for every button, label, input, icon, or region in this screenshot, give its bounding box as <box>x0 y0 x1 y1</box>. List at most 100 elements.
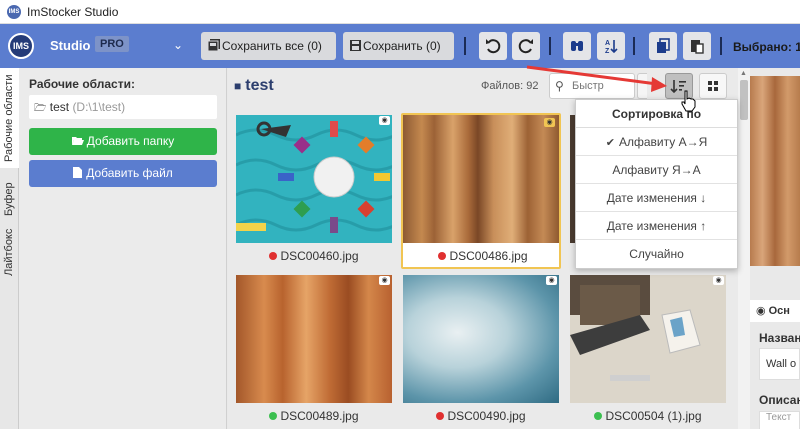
name-input[interactable]: Wall o <box>759 348 800 380</box>
workspace-path: (D:\1\test) <box>72 100 126 114</box>
camera-icon: ◉ <box>756 305 766 317</box>
camera-icon: ◉ <box>713 276 724 285</box>
workspaces-panel: Рабочие области: 🗁 test (D:\1\test) Доба… <box>19 68 227 429</box>
undo-button[interactable] <box>479 32 507 60</box>
tab-main[interactable]: ◉ Осн <box>750 300 800 322</box>
thumbnail-card[interactable]: ◉ DSC00490.jpg <box>401 273 561 429</box>
chevron-down-icon[interactable]: ⌄ <box>173 38 183 52</box>
sort-az-icon: AZ <box>605 40 618 55</box>
thumbnail-filename: DSC00460.jpg <box>234 249 394 263</box>
window-title: ImStocker Studio <box>27 5 119 19</box>
details-panel: ◉ Осн Назван Wall o Описан Текст <box>750 68 800 429</box>
quick-search-input[interactable]: ⚲ Быстр <box>549 73 635 99</box>
copy-icon <box>657 38 670 53</box>
toolbar-separator <box>464 37 466 55</box>
search-icon: ⚲ <box>555 79 564 93</box>
filename-text: DSC00460.jpg <box>280 249 359 263</box>
thumbnail-filename: DSC00486.jpg <box>403 249 563 263</box>
sort-az-button[interactable]: AZ <box>597 32 625 60</box>
add-folder-label: Добавить папку <box>86 134 175 148</box>
tab-main-label: Осн <box>768 305 790 317</box>
status-dot <box>594 412 603 420</box>
folder-title-text: test <box>245 77 274 94</box>
add-file-button[interactable]: Добавить файл <box>29 160 217 187</box>
thumbnail-card-selected[interactable]: ◉ DSC00486.jpg <box>401 113 561 269</box>
app-icon: IMS <box>7 5 21 19</box>
folder-open-icon <box>71 137 84 145</box>
files-count: Файлов: 92 <box>481 80 539 92</box>
thumbnail-image <box>403 275 559 403</box>
grid-view-button[interactable] <box>699 73 727 99</box>
thumbnail-card[interactable]: ◉ DSC00489.jpg <box>234 273 394 429</box>
filename-text: DSC00489.jpg <box>280 409 359 423</box>
undo-icon <box>486 39 501 54</box>
main-toolbar: IMS Studio PRO ⌄ Сохранить все (0) Сохра… <box>0 24 800 68</box>
sort-dropdown: Сортировка по ✔ Алфавиту А→Я Алфавиту Я→А… <box>575 99 738 269</box>
camera-icon: ◉ <box>544 118 555 127</box>
grid-icon <box>708 81 718 91</box>
search-placeholder: Быстр <box>572 80 604 92</box>
paste-button[interactable] <box>683 32 711 60</box>
copy-button[interactable] <box>649 32 677 60</box>
sort-option-label: Алфавиту А→Я <box>618 135 708 149</box>
paste-icon <box>691 40 704 54</box>
redo-icon <box>518 39 533 54</box>
tab-workspaces-label: Рабочие области <box>3 74 15 162</box>
toolbar-separator <box>549 37 551 55</box>
brand-name[interactable]: Studio <box>50 38 90 53</box>
svg-text:Z: Z <box>605 48 610 55</box>
thumbnail-filename: DSC00504 (1).jpg <box>568 409 728 423</box>
save-all-icon <box>207 39 220 52</box>
toolbar-separator <box>633 37 635 55</box>
save-icon <box>350 40 361 51</box>
filename-text: DSC00486.jpg <box>449 249 528 263</box>
status-dot <box>436 412 445 420</box>
description-input[interactable]: Текст <box>759 411 800 429</box>
camera-icon: ◉ <box>379 276 390 285</box>
workspace-name: test <box>49 100 70 114</box>
preview-image <box>750 76 800 266</box>
save-label: Сохранить (0) <box>363 39 441 53</box>
status-dot <box>269 252 278 260</box>
thumbnail-image <box>570 275 726 403</box>
scroll-thumb[interactable] <box>740 80 748 120</box>
workspaces-title: Рабочие области: <box>29 77 135 91</box>
filter-button[interactable] <box>637 73 647 99</box>
folder-open-icon: 🗁 <box>34 103 47 114</box>
sort-option-random[interactable]: Случайно <box>576 240 737 268</box>
sort-option-alpha-asc[interactable]: ✔ Алфавиту А→Я <box>576 128 737 156</box>
tab-workspaces[interactable]: Рабочие области <box>0 68 19 168</box>
thumbnail-card[interactable]: ◉ DSC00504 (1).jpg <box>568 273 728 429</box>
pro-badge: PRO <box>95 36 129 52</box>
selected-count: Выбрано: 1 <box>733 40 800 54</box>
side-tabs: Рабочие области Буфер Лайтбокс <box>0 68 19 429</box>
toolbar-separator <box>720 37 722 55</box>
thumbnail-image <box>236 275 392 403</box>
hand-cursor-icon <box>681 90 696 112</box>
tab-buffer[interactable]: Буфер <box>0 172 19 222</box>
thumbnail-image <box>236 115 392 243</box>
scroll-up-icon[interactable]: ▲ <box>740 70 747 77</box>
thumbnail-image <box>403 115 559 243</box>
workspace-item[interactable]: 🗁 test (D:\1\test) <box>29 95 217 119</box>
save-button[interactable]: Сохранить (0) <box>343 32 454 60</box>
sort-option-date-desc[interactable]: Дате изменения ↓ <box>576 184 737 212</box>
thumbnail-card[interactable]: ◉ DSC00460.jpg <box>234 113 394 269</box>
camera-icon: ◉ <box>546 276 557 285</box>
scrollbar[interactable]: ▲ <box>738 68 750 429</box>
redo-button[interactable] <box>512 32 540 60</box>
sort-option-date-asc[interactable]: Дате изменения ↑ <box>576 212 737 240</box>
tab-lightbox[interactable]: Лайтбокс <box>0 222 19 280</box>
tab-lightbox-label: Лайтбокс <box>3 228 15 276</box>
folder-title: ■ test <box>234 77 274 95</box>
folder-icon: ■ <box>234 79 242 93</box>
binoculars-icon <box>571 41 583 51</box>
add-folder-button[interactable]: Добавить папку <box>29 128 217 155</box>
save-all-button[interactable]: Сохранить все (0) <box>201 32 336 60</box>
sort-option-alpha-desc[interactable]: Алфавиту Я→А <box>576 156 737 184</box>
binoculars-button[interactable] <box>563 32 591 60</box>
title-bar: IMS ImStocker Studio <box>0 0 800 24</box>
check-icon: ✔ <box>605 137 615 149</box>
thumbnail-filename: DSC00490.jpg <box>401 409 561 423</box>
camera-icon: ◉ <box>379 116 390 125</box>
